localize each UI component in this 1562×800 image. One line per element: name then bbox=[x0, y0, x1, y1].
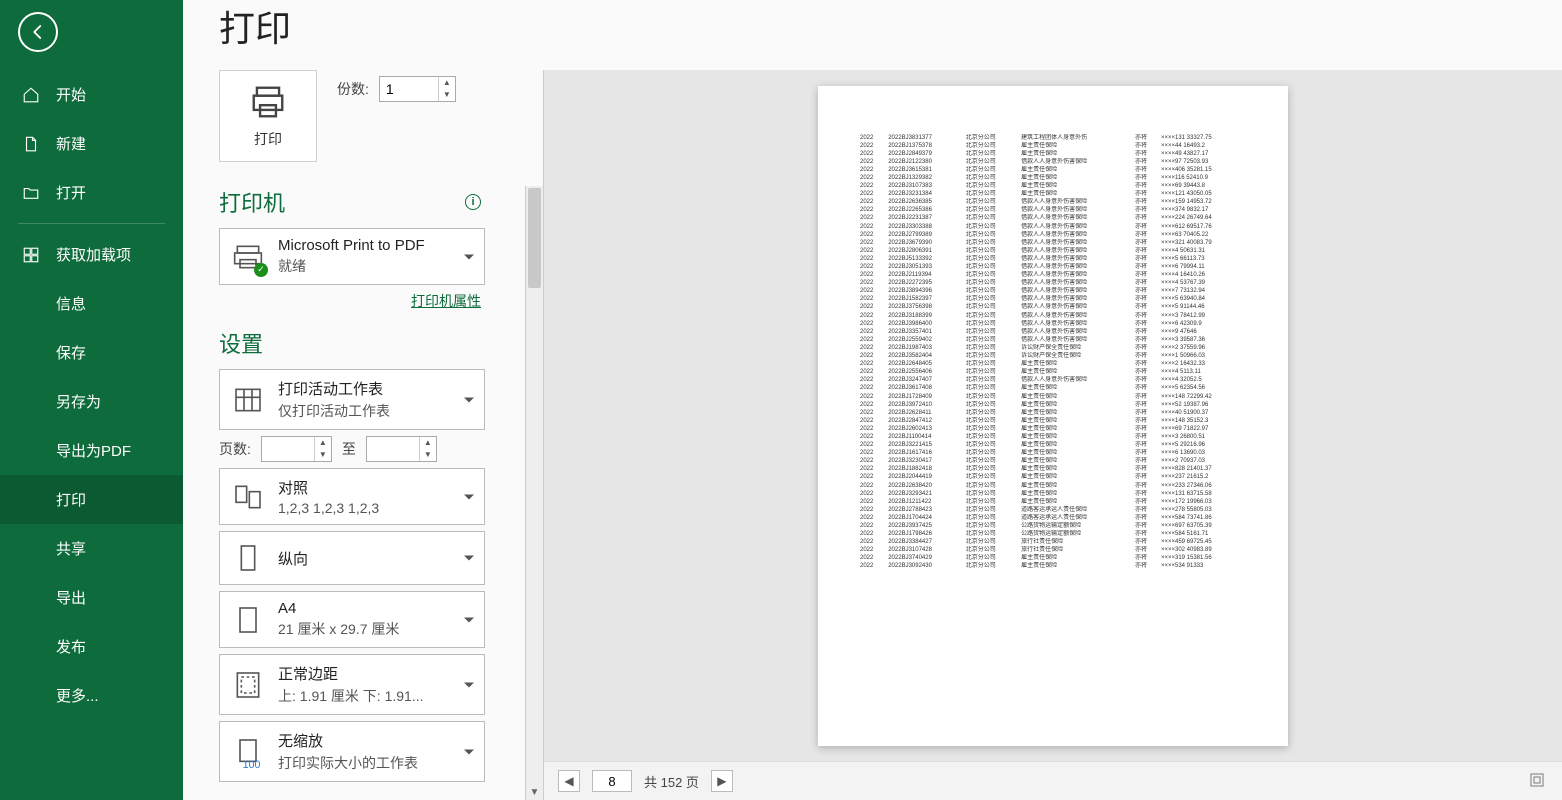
page-total-label: 共 152 页 bbox=[644, 772, 699, 791]
page-from-spinner[interactable]: ▲▼ bbox=[261, 436, 332, 462]
nav-new[interactable]: 新建 bbox=[0, 119, 183, 168]
status-check-icon: ✓ bbox=[254, 263, 268, 277]
print-preview: 20222022BJ3831377北京分公司建筑工程团体人身意外伤亦将××××1… bbox=[543, 70, 1562, 800]
page-to-input[interactable] bbox=[367, 437, 419, 461]
preview-data-table: 20222022BJ3831377北京分公司建筑工程团体人身意外伤亦将××××1… bbox=[858, 134, 1248, 571]
backstage-sidebar: 开始 新建 打开 获取加载项 信息 保存 另存为 导出为PDF 打印 共享 导出… bbox=[0, 0, 183, 800]
printer-status: 就绪 bbox=[278, 256, 425, 276]
preview-nav-footer: ◀ 共 152 页 ▶ bbox=[544, 761, 1562, 800]
margins-selector[interactable]: 正常边距 上: 1.91 厘米 下: 1.91... bbox=[219, 654, 485, 715]
collate-selector[interactable]: 对照 1,2,3 1,2,3 1,2,3 bbox=[219, 468, 485, 525]
nav-label: 打开 bbox=[56, 182, 86, 203]
nav-label: 导出 bbox=[56, 587, 86, 608]
printer-icon bbox=[249, 83, 287, 121]
nav-label: 共享 bbox=[56, 538, 86, 559]
scaling-selector[interactable]: 100 无缩放 打印实际大小的工作表 bbox=[219, 721, 485, 782]
printer-name: Microsoft Print to PDF bbox=[278, 237, 425, 254]
nav-label: 更多... bbox=[56, 685, 99, 706]
zoom-to-page-button[interactable] bbox=[1528, 771, 1548, 791]
nav-label: 新建 bbox=[56, 133, 86, 154]
pages-label: 页数: bbox=[219, 439, 251, 459]
nav-print[interactable]: 打印 bbox=[0, 475, 183, 524]
copies-spinner[interactable]: ▲▼ bbox=[379, 76, 456, 102]
print-button-label: 打印 bbox=[254, 129, 282, 149]
nav-save[interactable]: 保存 bbox=[0, 328, 183, 377]
nav-label: 打印 bbox=[56, 489, 86, 510]
paper-size-selector[interactable]: A4 21 厘米 x 29.7 厘米 bbox=[219, 591, 485, 648]
page-to-spinner[interactable]: ▲▼ bbox=[366, 436, 437, 462]
collate-icon bbox=[230, 479, 266, 515]
sheet-icon bbox=[230, 382, 266, 418]
nav-label: 保存 bbox=[56, 342, 86, 363]
back-button[interactable] bbox=[18, 12, 58, 52]
spinner-up[interactable]: ▲ bbox=[439, 77, 455, 89]
nav-open[interactable]: 打开 bbox=[0, 168, 183, 217]
settings-column: 打印 份数: ▲▼ 打印机 i bbox=[183, 70, 543, 800]
nav-more[interactable]: 更多... bbox=[0, 671, 183, 720]
preview-page: 20222022BJ3831377北京分公司建筑工程团体人身意外伤亦将××××1… bbox=[818, 86, 1288, 746]
print-button[interactable]: 打印 bbox=[219, 70, 317, 162]
pages-to-label: 至 bbox=[342, 439, 356, 459]
printer-properties-link[interactable]: 打印机属性 bbox=[219, 291, 481, 311]
scroll-down-icon[interactable]: ▼ bbox=[526, 784, 543, 800]
home-icon bbox=[22, 86, 40, 104]
nav-info[interactable]: 信息 bbox=[0, 279, 183, 328]
scroll-thumb[interactable] bbox=[528, 188, 541, 288]
back-arrow-icon bbox=[29, 23, 47, 41]
printer-heading: 打印机 i bbox=[219, 186, 485, 218]
nav-label: 导出为PDF bbox=[56, 440, 131, 461]
page-icon bbox=[230, 602, 266, 638]
settings-heading: 设置 bbox=[219, 327, 485, 359]
nav-label: 开始 bbox=[56, 84, 86, 105]
svg-text:100: 100 bbox=[243, 759, 261, 768]
nav-label: 另存为 bbox=[56, 391, 101, 412]
printer-device-icon: ✓ bbox=[230, 239, 266, 275]
file-icon bbox=[22, 135, 40, 153]
print-what-selector[interactable]: 打印活动工作表 仅打印活动工作表 bbox=[219, 369, 485, 430]
nav-export[interactable]: 导出 bbox=[0, 573, 183, 622]
nav-home[interactable]: 开始 bbox=[0, 70, 183, 119]
preview-viewport[interactable]: 20222022BJ3831377北京分公司建筑工程团体人身意外伤亦将××××1… bbox=[544, 70, 1562, 761]
page-title: 打印 bbox=[183, 0, 1562, 70]
nav-label: 发布 bbox=[56, 636, 86, 657]
current-page-input[interactable] bbox=[592, 770, 632, 792]
copies-label: 份数: bbox=[337, 79, 369, 99]
copies-input[interactable] bbox=[380, 77, 438, 101]
folder-icon bbox=[22, 184, 40, 202]
nav-label: 获取加载项 bbox=[56, 244, 131, 265]
nav-divider bbox=[18, 223, 165, 224]
page-from-input[interactable] bbox=[262, 437, 314, 461]
printer-selector[interactable]: ✓ Microsoft Print to PDF 就绪 bbox=[219, 228, 485, 285]
scaling-icon: 100 bbox=[230, 734, 266, 770]
nav-saveas[interactable]: 另存为 bbox=[0, 377, 183, 426]
next-page-button[interactable]: ▶ bbox=[711, 770, 733, 792]
print-backstage: 打印 打印 份数: ▲▼ 打印机 bbox=[183, 0, 1562, 800]
portrait-icon bbox=[230, 540, 266, 576]
nav-addins[interactable]: 获取加载项 bbox=[0, 230, 183, 279]
orientation-selector[interactable]: 纵向 bbox=[219, 531, 485, 585]
settings-scrollbar[interactable]: ▲ ▼ bbox=[525, 186, 543, 800]
info-icon[interactable]: i bbox=[465, 194, 481, 210]
spinner-down[interactable]: ▼ bbox=[439, 89, 455, 101]
nav-publish[interactable]: 发布 bbox=[0, 622, 183, 671]
addins-icon bbox=[22, 246, 40, 264]
nav-export-pdf[interactable]: 导出为PDF bbox=[0, 426, 183, 475]
nav-label: 信息 bbox=[56, 293, 86, 314]
prev-page-button[interactable]: ◀ bbox=[558, 770, 580, 792]
nav-share[interactable]: 共享 bbox=[0, 524, 183, 573]
margins-icon bbox=[230, 667, 266, 703]
